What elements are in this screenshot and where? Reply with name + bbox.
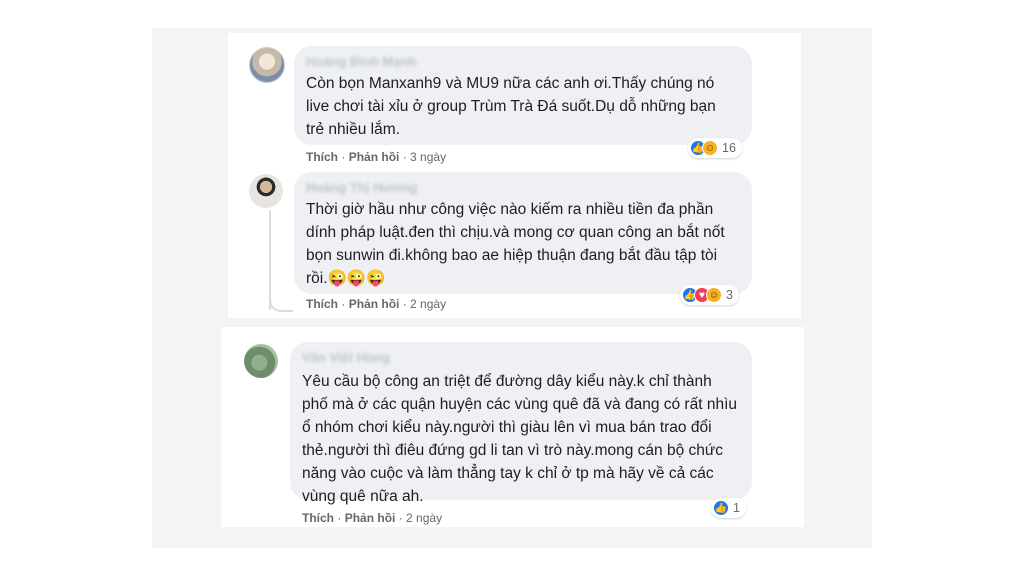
thread-line <box>269 210 271 310</box>
comment-bubble: Hoàng Thị Hương Thời giờ hầu như công vi… <box>294 172 752 294</box>
separator: · <box>402 150 407 164</box>
comment-text: Còn bọn Manxanh9 và MU9 nữa các anh ơi.T… <box>306 75 716 138</box>
comment-author[interactable]: Hoàng Đình Mạnh <box>306 54 738 70</box>
reaction-summary[interactable]: 👍 ♥ ☺ 3 <box>680 285 739 305</box>
avatar[interactable] <box>249 47 285 83</box>
separator: · <box>337 511 342 525</box>
comment-text: Thời giờ hầu như công việc nào kiếm ra n… <box>306 201 725 287</box>
like-link[interactable]: Thích <box>306 297 338 311</box>
reply-link[interactable]: Phản hồi <box>345 511 396 525</box>
reaction-summary[interactable]: 👍 1 <box>711 498 746 518</box>
reaction-count: 3 <box>726 288 733 302</box>
reaction-summary[interactable]: 👍 ☺ 16 <box>688 138 742 158</box>
separator: · <box>341 297 346 311</box>
separator: · <box>341 150 346 164</box>
separator: · <box>398 511 403 525</box>
separator: · <box>402 297 407 311</box>
comment-actions: Thích · Phản hồi · 2 ngày <box>302 511 442 525</box>
avatar[interactable] <box>249 174 283 208</box>
avatar[interactable] <box>244 344 278 378</box>
like-link[interactable]: Thích <box>306 150 338 164</box>
comment-author[interactable]: Hoàng Thị Hương <box>306 180 738 196</box>
comment-actions: Thích · Phản hồi · 2 ngày <box>306 297 446 311</box>
comment-actions: Thích · Phản hồi · 3 ngày <box>306 150 446 164</box>
comment-author[interactable]: Văn Việt Hùng <box>302 350 738 366</box>
reaction-count: 16 <box>722 141 736 155</box>
comment-time[interactable]: 3 ngày <box>410 150 446 164</box>
comment-time[interactable]: 2 ngày <box>410 297 446 311</box>
comment-bubble: Hoàng Đình Mạnh Còn bọn Manxanh9 và MU9 … <box>294 46 752 145</box>
reaction-count: 1 <box>733 501 740 515</box>
reply-link[interactable]: Phản hồi <box>349 297 400 311</box>
haha-icon: ☺ <box>706 287 722 303</box>
haha-icon: ☺ <box>702 140 718 156</box>
like-icon: 👍 <box>713 500 729 516</box>
reply-link[interactable]: Phản hồi <box>349 150 400 164</box>
comment-text: Yêu cầu bộ công an triệt để đường dây ki… <box>302 373 737 505</box>
comment-time[interactable]: 2 ngày <box>406 511 442 525</box>
comment-bubble: Văn Việt Hùng Yêu cầu bộ công an triệt đ… <box>290 342 752 505</box>
like-link[interactable]: Thích <box>302 511 334 525</box>
